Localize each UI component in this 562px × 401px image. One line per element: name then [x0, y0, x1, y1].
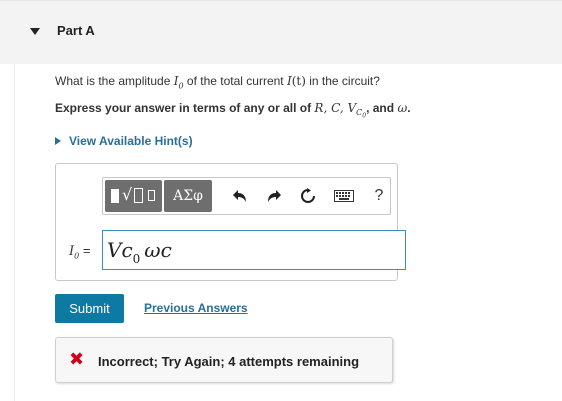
- part-title: Part A: [57, 23, 95, 38]
- greek-symbols-button[interactable]: ΑΣφ: [164, 180, 212, 212]
- answer-label: I0 =: [69, 243, 91, 261]
- help-button[interactable]: ?: [365, 178, 393, 214]
- part-header[interactable]: Part A: [0, 0, 562, 64]
- feedback-text: Incorrect; Try Again; 4 attempts remaini…: [98, 354, 360, 369]
- undo-icon[interactable]: [226, 178, 254, 214]
- answer-instruction: Express your answer in terms of any or a…: [55, 101, 411, 120]
- keyboard-icon[interactable]: [329, 178, 359, 214]
- reset-icon[interactable]: [294, 178, 322, 214]
- view-hints-link[interactable]: View Available Hint(s): [55, 134, 193, 148]
- help-icon: ?: [374, 187, 384, 204]
- redo-icon[interactable]: [260, 178, 288, 214]
- question-text: What is the amplitude I0 of the total cu…: [55, 74, 380, 91]
- previous-answers-link[interactable]: Previous Answers: [144, 301, 248, 315]
- collapse-caret-icon[interactable]: [30, 28, 40, 35]
- answer-math-input[interactable]: Vc0 ωc: [102, 230, 406, 270]
- math-toolbar: √ ΑΣφ ?: [102, 177, 391, 215]
- expand-triangle-icon: [55, 137, 61, 145]
- submit-button[interactable]: Submit: [55, 294, 124, 323]
- templates-button[interactable]: √: [105, 180, 162, 212]
- incorrect-x-icon: ✖: [69, 349, 85, 370]
- templates-icon: [111, 189, 119, 203]
- feedback-box: ✖ Incorrect; Try Again; 4 attempts remai…: [55, 337, 393, 383]
